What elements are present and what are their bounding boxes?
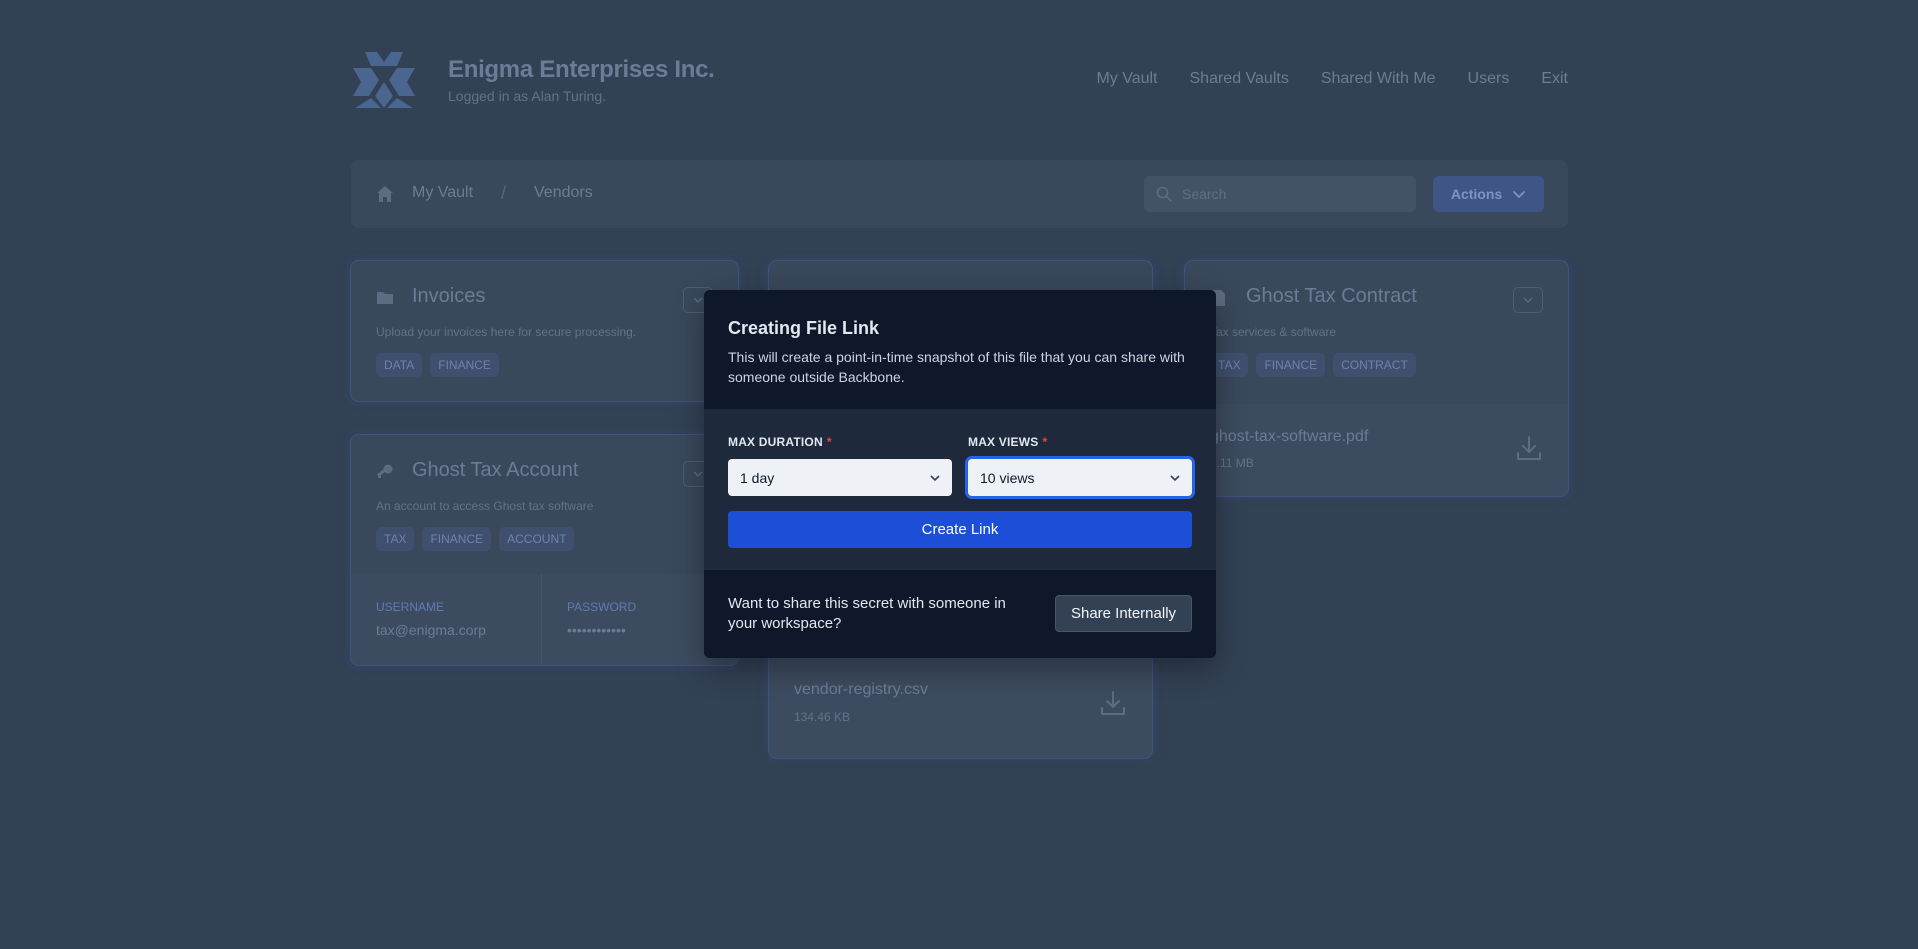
chevron-down-icon [693,297,703,304]
max-duration-select[interactable]: 1 day [728,459,952,496]
top-nav: My Vault Shared Vaults Shared With Me Us… [1096,70,1568,88]
app-root: Enigma Enterprises Inc. Logged in as Ala… [0,0,1918,949]
tag: FINANCE [422,527,492,551]
required-marker: * [1042,435,1048,449]
tag: DATA [376,353,423,377]
card-menu-button[interactable] [1513,287,1543,313]
enigma-logo-icon [353,52,415,108]
tag: TAX [376,527,415,551]
file-size: 134.46 KB [794,710,851,724]
share-internally-prompt: Want to share this secret with someone i… [728,595,1006,632]
file-row[interactable]: ghost-tax-software.pdf 2.11 MB [1185,404,1568,496]
tag-list: DATA FINANCE [376,353,499,377]
max-duration-label-text: MAX DURATION [728,435,823,449]
nav-shared-vaults[interactable]: Shared Vaults [1190,70,1289,88]
max-duration-label: MAX DURATION * [728,435,832,449]
key-icon [376,464,393,478]
breadcrumb-toolbar: My Vault / Vendors Actions [351,160,1568,228]
max-views-label-text: MAX VIEWS [968,435,1039,449]
nav-shared-with-me[interactable]: Shared With Me [1321,70,1436,88]
search-icon [1156,186,1172,202]
max-views-select[interactable]: 10 views [968,459,1192,496]
tag-list: TAX FINANCE CONTRACT [1210,353,1416,377]
create-file-link-modal: Creating File Link This will create a po… [704,290,1216,658]
file-row[interactable]: vendor-registry.csv 134.46 KB [769,653,1152,758]
nav-exit[interactable]: Exit [1541,70,1568,88]
card-title: Invoices [412,285,486,307]
share-internally-button[interactable]: Share Internally [1055,595,1192,632]
search-box [1144,176,1416,212]
vault-card-invoices[interactable]: Invoices Upload your invoices here for s… [351,261,738,401]
chevron-down-icon [693,471,703,478]
password-label: PASSWORD [567,600,637,614]
actions-button-label: Actions [1450,186,1503,202]
logged-in-user: Logged in as Alan Turing. [448,88,607,104]
nav-my-vault[interactable]: My Vault [1096,70,1157,88]
modal-description: This will create a point-in-time snapsho… [728,349,1185,385]
username-value: tax@enigma.corp [376,622,486,638]
tag: FINANCE [1256,353,1326,377]
tag-list: TAX FINANCE ACCOUNT [376,527,575,551]
modal-title: Creating File Link [728,318,880,338]
password-value: •••••••••••• [567,622,626,638]
create-link-button[interactable]: Create Link [728,511,1192,548]
card-description: Tax services & software [1210,325,1337,339]
chevron-down-icon [1170,475,1180,482]
file-size: 2.11 MB [1210,456,1254,470]
file-name: ghost-tax-software.pdf [1210,428,1369,445]
max-views-value: 10 views [980,470,1035,486]
breadcrumb-vendors[interactable]: Vendors [534,184,593,202]
username-label: USERNAME [376,600,445,614]
required-marker: * [826,435,832,449]
max-duration-value: 1 day [740,470,775,486]
chevron-down-icon [1513,191,1526,198]
credentials-row: USERNAME tax@enigma.corp PASSWORD ••••••… [351,574,738,665]
file-name: vendor-registry.csv [794,681,928,698]
modal-footer: Want to share this secret with someone i… [704,570,1216,658]
max-views-label: MAX VIEWS * [968,435,1047,449]
tag: FINANCE [430,353,499,377]
card-title: Ghost Tax Contract [1246,285,1417,307]
download-icon[interactable] [1099,689,1127,717]
actions-button[interactable]: Actions [1433,176,1544,212]
tag: CONTRACT [1333,353,1416,377]
username-field[interactable]: USERNAME tax@enigma.corp [351,574,542,665]
folder-icon [377,292,393,304]
tag: ACCOUNT [499,527,575,551]
card-description: Upload your invoices here for secure pro… [376,325,637,339]
card-title: Ghost Tax Account [412,459,579,481]
search-input[interactable] [1182,176,1408,212]
breadcrumb-separator: / [501,183,507,203]
home-icon[interactable] [376,185,394,203]
chevron-down-icon [930,475,940,482]
company-name: Enigma Enterprises Inc. [448,56,715,83]
vault-card-ghost-tax-contract[interactable]: Ghost Tax Contract Tax services & softwa… [1185,261,1568,496]
download-icon[interactable] [1515,434,1543,462]
modal-header: Creating File Link This will create a po… [704,290,1216,409]
nav-users[interactable]: Users [1468,70,1510,88]
card-description: An account to access Ghost tax software [376,499,594,513]
chevron-down-icon [1523,297,1533,304]
vault-card-ghost-tax-account[interactable]: Ghost Tax Account An account to access G… [351,435,738,665]
breadcrumb-my-vault[interactable]: My Vault [412,184,473,202]
